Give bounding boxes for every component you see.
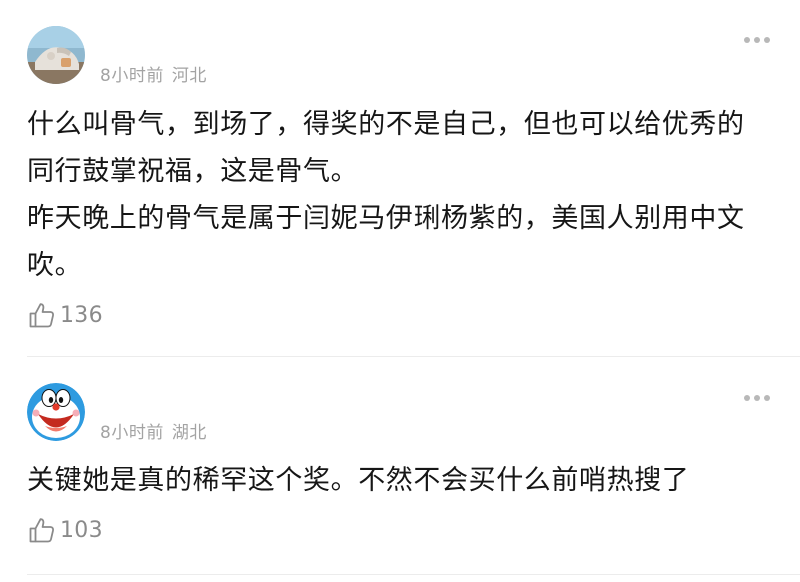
divider: [27, 574, 800, 575]
comment-time: 8小时前: [100, 423, 164, 443]
thumbs-up-icon: [29, 518, 54, 543]
more-dots-icon[interactable]: [744, 394, 770, 402]
thumbs-up-icon: [29, 303, 54, 328]
comment-location: 湖北: [171, 423, 207, 443]
like-count: 103: [60, 517, 103, 543]
like-button[interactable]: 136: [28, 301, 103, 329]
comment-paragraph: 什么叫骨气，到场了，得奖的不是自己，但也可以给优秀的同行鼓掌祝福，这是骨气。: [27, 109, 745, 187]
comment-meta: 8小时前 湖北: [100, 418, 207, 443]
comment-paragraph: 昨天晚上的骨气是属于闫妮马伊琍杨紫的，美国人别用中文吹。: [27, 203, 745, 281]
comment-location: 河北: [171, 66, 207, 86]
comment-item: 8小时前 河北 什么叫骨气，到场了，得奖的不是自己，但也可以给优秀的同行鼓掌祝福，…: [0, 0, 800, 356]
comment-paragraph: 关键她是真的稀罕这个奖。不然不会买什么前哨热搜了: [27, 465, 690, 496]
comment-meta: 8小时前 河北: [100, 61, 207, 86]
more-dots-icon[interactable]: [744, 36, 770, 44]
like-button[interactable]: 103: [28, 516, 103, 544]
comment-text: 什么叫骨气，到场了，得奖的不是自己，但也可以给优秀的同行鼓掌祝福，这是骨气。 昨…: [27, 101, 767, 289]
avatar[interactable]: [27, 383, 85, 441]
avatar[interactable]: [27, 26, 85, 84]
user-photo-avatar-icon: [27, 26, 85, 84]
comment-item: 8小时前 湖北 关键她是真的稀罕这个奖。不然不会买什么前哨热搜了 103: [0, 357, 800, 577]
like-count: 136: [60, 302, 103, 328]
doraemon-avatar-icon: [27, 383, 85, 441]
comment-text: 关键她是真的稀罕这个奖。不然不会买什么前哨热搜了: [27, 457, 767, 504]
comment-time: 8小时前: [100, 66, 164, 86]
